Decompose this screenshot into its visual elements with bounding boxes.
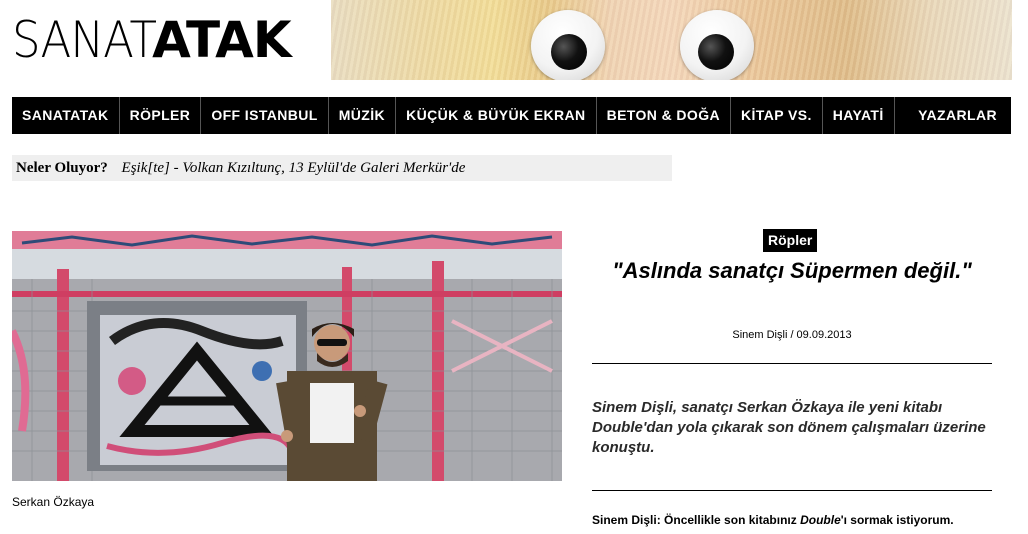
ticker-news-link[interactable]: Eşik[te] - Volkan Kızıltunç, 13 Eylül'de…	[122, 160, 466, 176]
question-speaker: Sinem Dişli:	[592, 513, 661, 527]
header-banner-image	[331, 0, 1012, 80]
nav-item-yazarlar[interactable]: YAZARLAR	[908, 97, 1011, 134]
ticker-label: Neler Oluyor?	[16, 160, 108, 176]
question-book-title: Double	[800, 513, 841, 527]
news-ticker: Neler Oluyor? Eşik[te] - Volkan Kızıltun…	[12, 155, 672, 181]
nav-item-beton-doga[interactable]: BETON & DOĞA	[597, 97, 731, 134]
article-byline: Sinem Dişli / 09.09.2013	[732, 329, 852, 341]
googly-eye-right	[680, 10, 754, 80]
article-lead: Sinem Dişli, sanatçı Serkan Özkaya ile y…	[592, 399, 986, 456]
nav-item-sanatatak[interactable]: SANATATAK	[12, 97, 120, 134]
article-title: "Aslında sanatçı Süpermen değil."	[612, 258, 972, 283]
main-nav: SANATATAK RÖPLER OFF ISTANBUL MÜZİK KÜÇÜ…	[12, 97, 1011, 134]
question-text-start: Öncellikle son kitabınız	[664, 513, 797, 527]
nav-item-off-istanbul[interactable]: OFF ISTANBUL	[201, 97, 329, 134]
first-question: Sinem Dişli: Öncellikle son kitabınız Do…	[592, 513, 1012, 527]
image-caption: Serkan Özkaya	[12, 495, 95, 509]
logo-light-text: SANAT	[12, 11, 157, 69]
logo-bold-text: ATAK	[152, 11, 291, 69]
divider	[592, 363, 992, 364]
googly-eye-pupil	[698, 34, 734, 70]
article-photo-illustration	[12, 231, 562, 481]
googly-eye-left	[531, 10, 605, 80]
article-photo	[12, 231, 562, 481]
question-text-end: 'ı sormak istiyorum.	[840, 513, 954, 527]
nav-item-ropler[interactable]: RÖPLER	[120, 97, 202, 134]
category-badge[interactable]: Röpler	[763, 229, 818, 252]
nav-item-hayati[interactable]: HAYATİ	[823, 97, 895, 134]
nav-item-muzik[interactable]: MÜZİK	[329, 97, 397, 134]
banner-hair-texture	[331, 0, 1012, 80]
nav-item-kitap-vs[interactable]: KİTAP VS.	[731, 97, 823, 134]
nav-item-kucuk-buyuk-ekran[interactable]: KÜÇÜK & BÜYÜK EKRAN	[396, 97, 597, 134]
site-logo[interactable]: SANATATAK	[12, 8, 292, 72]
googly-eye-pupil	[551, 34, 587, 70]
divider	[592, 490, 992, 491]
